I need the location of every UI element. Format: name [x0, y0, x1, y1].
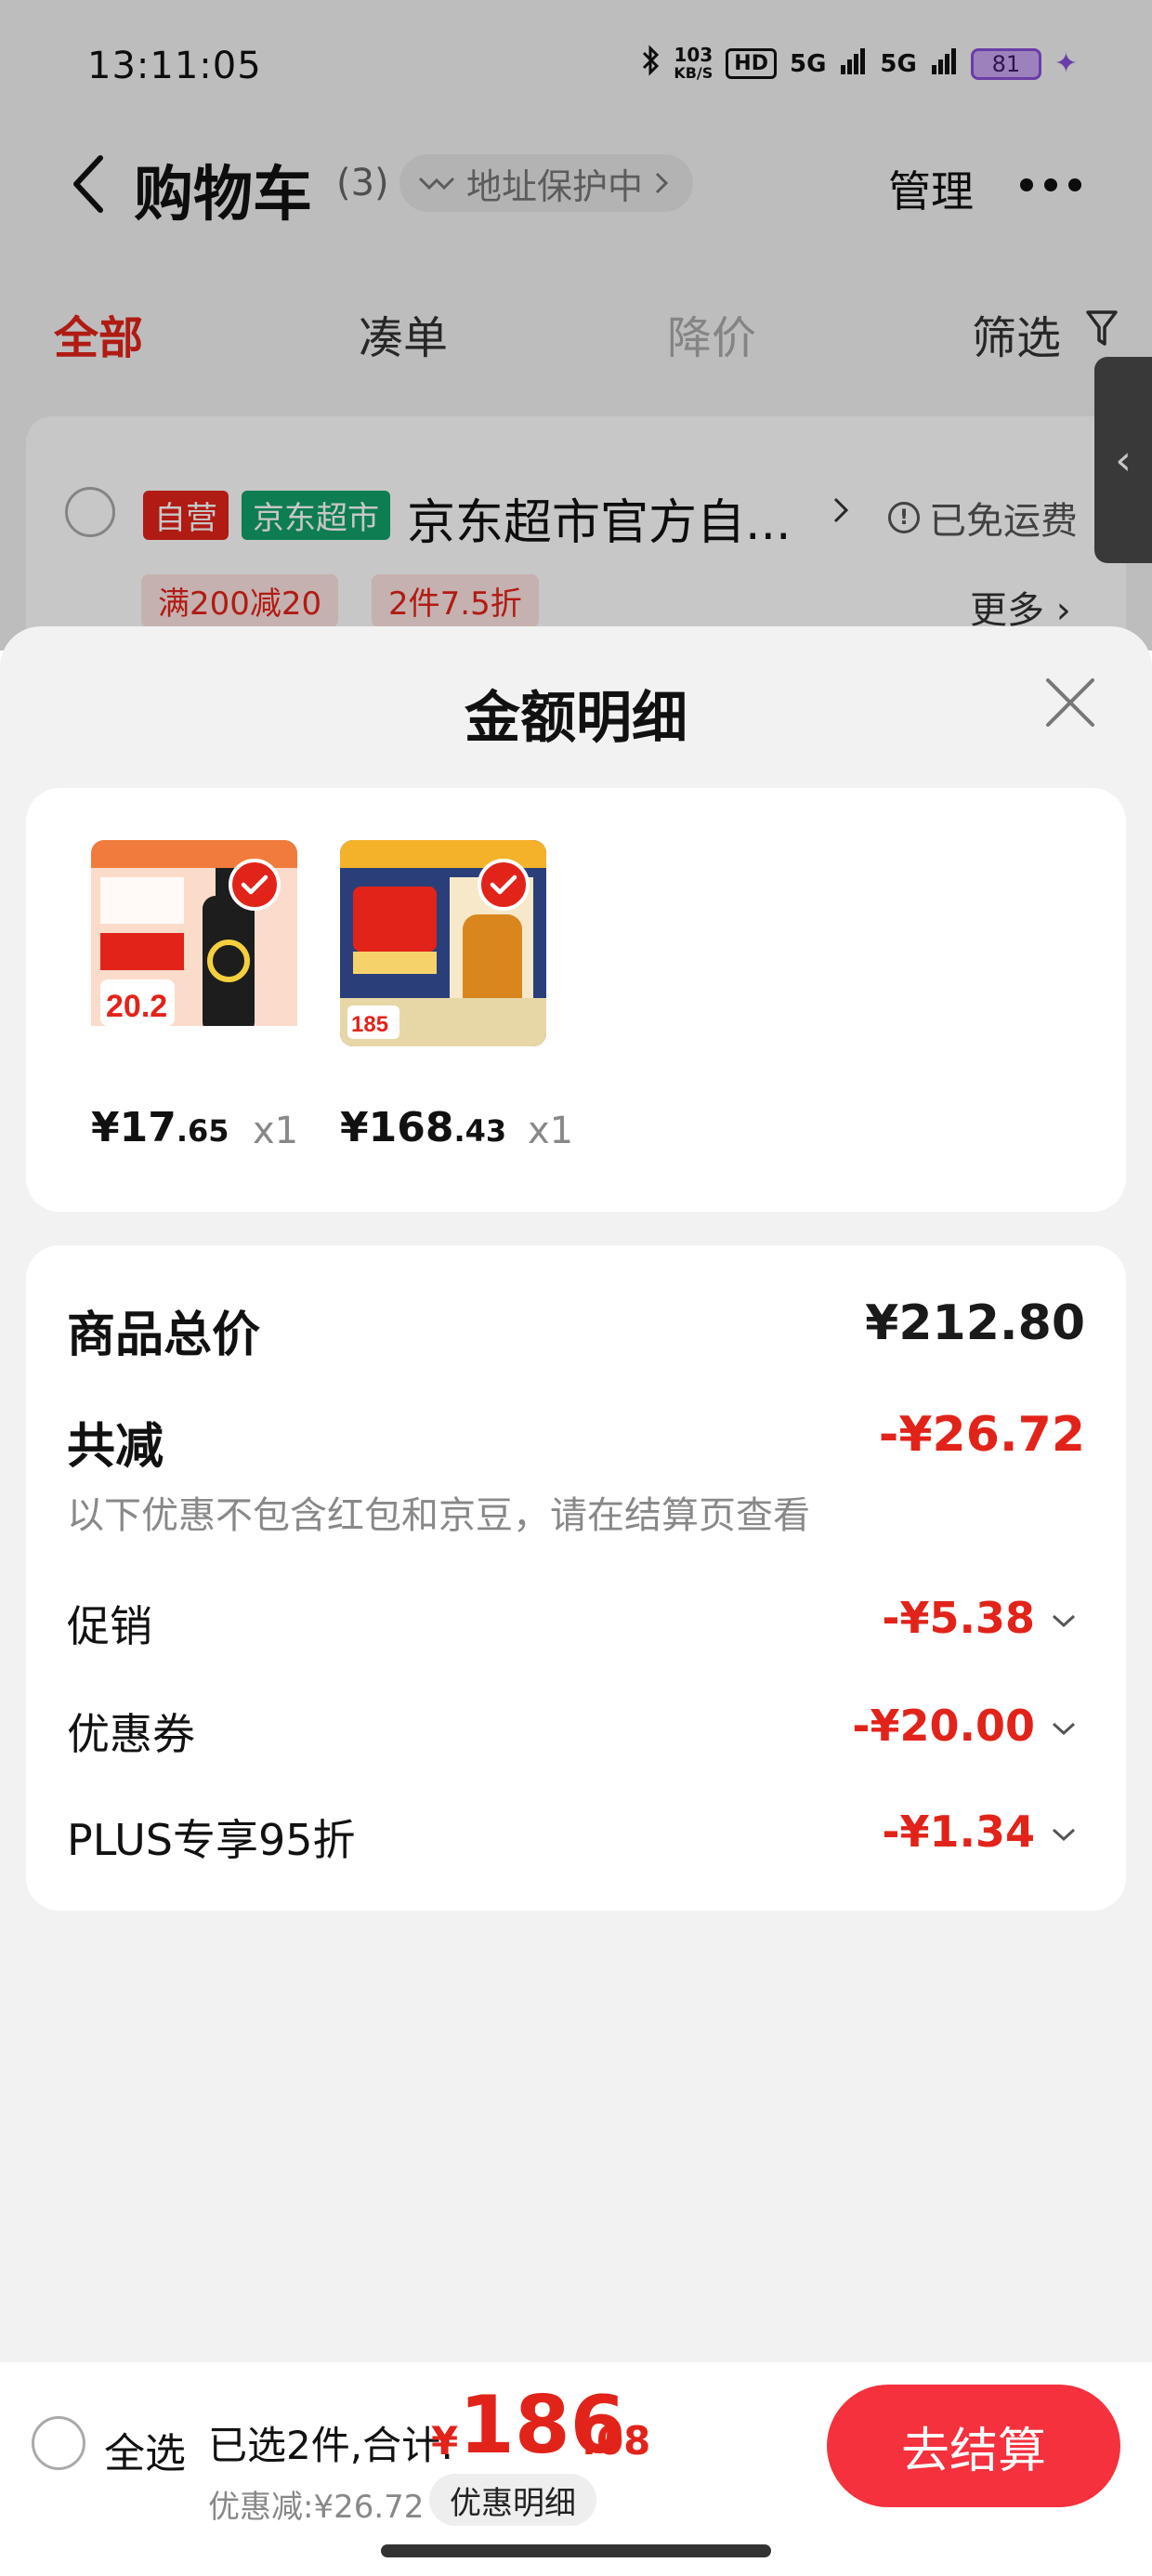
home-indicator[interactable] — [381, 2544, 771, 2557]
total-reduce-label: 共减 — [67, 1419, 164, 1475]
discount-detail-button[interactable]: 优惠明细 — [429, 2474, 596, 2526]
dim-overlay[interactable] — [0, 0, 1152, 651]
close-icon[interactable] — [1041, 673, 1100, 732]
checkout-button[interactable]: 去结算 — [827, 2385, 1120, 2507]
svg-text:20.2: 20.2 — [106, 989, 167, 1024]
total-amount-decimal: .08 — [582, 2418, 651, 2464]
amount-detail-sheet: 金额明细 20.2 ¥17.65 x1 185 ¥168.43 x1 商品总价 … — [0, 626, 1152, 2362]
select-all-label[interactable]: 全选 — [104, 2420, 186, 2479]
total-price-label: 商品总价 — [67, 1308, 261, 1363]
plus-discount-label: PLUS专享95折 — [67, 1815, 356, 1865]
checkmark-icon — [478, 859, 530, 911]
total-reduce-value: -¥26.72 — [878, 1407, 1085, 1463]
coupon-value[interactable]: -¥20.00 — [852, 1701, 1035, 1751]
selected-items-card: 20.2 ¥17.65 x1 185 ¥168.43 x1 — [26, 788, 1126, 1212]
sheet-title: 金额明细 — [465, 686, 687, 751]
chevron-down-icon[interactable] — [1050, 1719, 1078, 1738]
checkmark-icon — [229, 859, 281, 911]
plus-discount-value[interactable]: -¥1.34 — [882, 1807, 1035, 1857]
chevron-down-icon[interactable] — [1050, 1611, 1078, 1630]
coupon-label: 优惠券 — [67, 1709, 195, 1759]
chevron-down-icon[interactable] — [1050, 1825, 1078, 1844]
item-quantity: x1 — [528, 1110, 574, 1152]
currency-symbol: ¥ — [431, 2418, 459, 2464]
discount-summary: 优惠减:¥26.72 — [208, 2489, 425, 2526]
svg-text:185: 185 — [351, 1012, 388, 1037]
total-price-value: ¥212.80 — [865, 1295, 1085, 1351]
selected-total-label: 已选2件,合计: — [208, 2423, 454, 2468]
reduce-note: 以下优惠不包含红包和京豆，请在结算页查看 — [67, 1494, 810, 1537]
price-summary-card: 商品总价 ¥212.80 共减 -¥26.72 以下优惠不包含红包和京豆，请在结… — [26, 1245, 1126, 1911]
promotion-label: 促销 — [67, 1601, 152, 1651]
item-quantity: x1 — [253, 1110, 299, 1152]
checkout-bar: 全选 已选2件,合计: ¥ 186 .08 优惠减:¥26.72 优惠明细 去结… — [0, 2362, 1152, 2576]
promotion-value[interactable]: -¥5.38 — [882, 1593, 1035, 1643]
select-all-checkbox[interactable] — [32, 2416, 85, 2470]
item-price: ¥168.43 — [340, 1104, 507, 1151]
item-price: ¥17.65 — [91, 1104, 229, 1151]
